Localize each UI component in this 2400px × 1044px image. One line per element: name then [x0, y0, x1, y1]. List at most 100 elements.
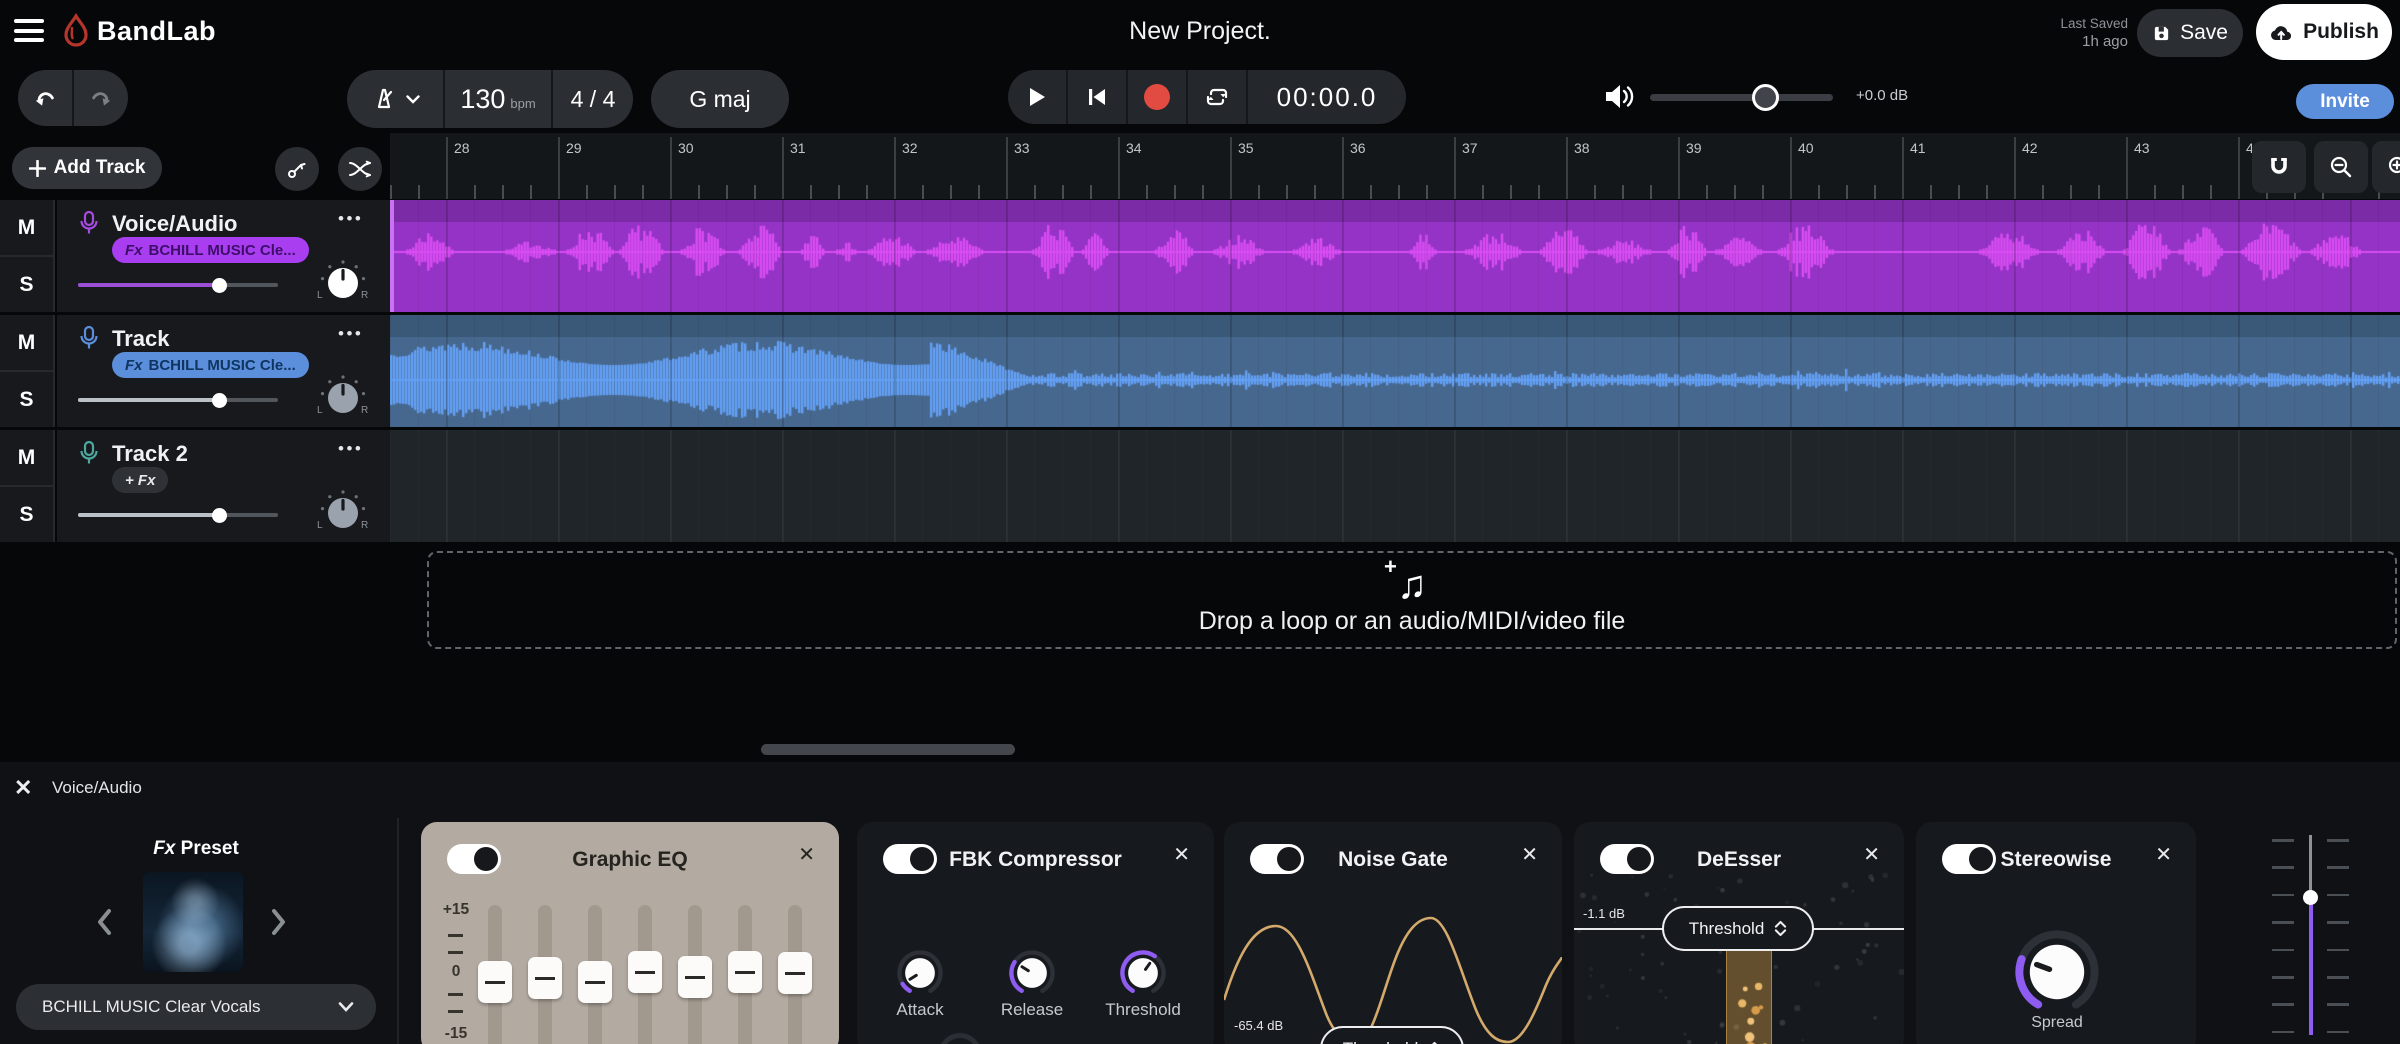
eq-slider-handle[interactable] [678, 956, 712, 998]
eq-slider-handle[interactable] [578, 961, 612, 1003]
add-track-button[interactable]: Add Track [12, 147, 162, 189]
hamburger-menu-button[interactable] [14, 19, 44, 42]
track-name[interactable]: Voice/Audio [112, 211, 238, 237]
mute-button[interactable]: M [0, 200, 53, 255]
master-volume-knob[interactable] [1752, 84, 1779, 111]
ruler-bar-number: 32 [902, 140, 918, 156]
preset-image[interactable] [143, 872, 243, 972]
volume-slider-handle[interactable] [212, 393, 227, 408]
track-menu-button[interactable]: ••• [338, 324, 363, 344]
plugin-close-button[interactable]: ✕ [1521, 845, 1538, 865]
volume-slider-handle[interactable] [212, 278, 227, 293]
publish-label: Publish [2303, 20, 2379, 44]
plugin-title: Noise Gate [1224, 848, 1562, 872]
invite-button[interactable]: Invite [2296, 84, 2394, 119]
redo-button[interactable] [74, 70, 128, 126]
loop-button[interactable] [1188, 70, 1248, 124]
ruler-tick [866, 185, 868, 199]
knob-release[interactable] [997, 938, 1067, 1008]
track-row: M S Voice/Audio ••• FxBCHILL MUSIC Cle..… [0, 200, 2400, 312]
add-fx-chip[interactable]: + Fx [112, 467, 168, 493]
snap-button[interactable] [2252, 141, 2306, 193]
track-header: Track 2 ••• + Fx L R [57, 430, 390, 542]
knob-attack[interactable] [885, 938, 955, 1008]
save-button[interactable]: Save [2137, 9, 2243, 57]
ruler-tick [1482, 185, 1484, 199]
bandlab-logo-text[interactable]: BandLab [97, 16, 216, 47]
track-volume-slider[interactable] [78, 398, 278, 402]
dropzone[interactable]: ♫ + Drop a loop or an audio/MIDI/video f… [427, 551, 2397, 649]
plugin-close-button[interactable]: ✕ [2155, 845, 2172, 865]
fader-tick [2272, 1031, 2294, 1034]
fader-tick [2272, 921, 2294, 924]
track-volume-slider[interactable] [78, 513, 278, 517]
undo-button[interactable] [18, 70, 72, 126]
master-volume-slider[interactable] [1650, 94, 1833, 101]
pan-knob[interactable] [313, 483, 373, 543]
pan-knob[interactable] [313, 253, 373, 313]
bpm-display[interactable]: 130 bpm [445, 70, 551, 128]
empty-track-lane[interactable] [390, 430, 2400, 542]
audio-clip[interactable] [390, 200, 2400, 312]
fader-tick [2327, 894, 2349, 897]
track-name[interactable]: Track [112, 326, 170, 352]
solo-button[interactable]: S [0, 372, 53, 427]
audio-clip[interactable] [390, 315, 2400, 427]
plugin-close-button[interactable]: ✕ [1863, 845, 1880, 865]
solo-button[interactable]: S [0, 257, 53, 312]
time-display[interactable]: 00:00.0 [1248, 70, 1406, 124]
key-signature-button[interactable]: G maj [651, 70, 789, 128]
mute-button[interactable]: M [0, 315, 53, 370]
threshold-button[interactable]: Threshold [1662, 906, 1814, 951]
pan-right-label: R [361, 520, 368, 531]
pan-knob[interactable] [313, 368, 373, 428]
close-panel-button[interactable]: ✕ [14, 775, 32, 801]
plugin-close-button[interactable]: ✕ [1173, 845, 1190, 865]
track-menu-button[interactable]: ••• [338, 209, 363, 229]
eq-slider-handle[interactable] [478, 961, 512, 1003]
volume-slider-handle[interactable] [212, 508, 227, 523]
routing-button[interactable] [275, 147, 319, 191]
mic-icon [77, 210, 101, 237]
preset-select[interactable]: BCHILL MUSIC Clear Vocals [16, 984, 376, 1030]
ruler-bar-line [1566, 137, 1568, 199]
horizontal-scrollbar[interactable] [761, 744, 1015, 755]
bandlab-logo-icon[interactable] [60, 13, 92, 49]
eq-slider-handle[interactable] [628, 951, 662, 993]
threshold-button[interactable]: Threshold [1320, 1026, 1464, 1044]
zoom-in-button[interactable] [2372, 141, 2400, 193]
ruler-tick [1818, 185, 1820, 199]
timeline-ruler[interactable]: 2829303132333435363738394041424344 [390, 133, 2400, 199]
eq-slider-handle[interactable] [728, 951, 762, 993]
ruler-tick [2042, 185, 2044, 199]
fx-chip[interactable]: FxBCHILL MUSIC Cle... [112, 352, 309, 378]
solo-button[interactable]: S [0, 487, 53, 542]
volume-fill [78, 283, 220, 287]
undo-redo-group [18, 70, 128, 126]
track-menu-button[interactable]: ••• [338, 439, 363, 459]
preset-next-button[interactable] [270, 908, 288, 936]
time-signature-display[interactable]: 4 / 4 [553, 70, 633, 128]
fx-chip[interactable]: FxBCHILL MUSIC Cle... [112, 237, 309, 263]
ruler-bar-number: 38 [1574, 140, 1590, 156]
play-button[interactable] [1008, 70, 1068, 124]
publish-button[interactable]: Publish [2256, 4, 2392, 60]
fit-tracks-button[interactable] [338, 147, 382, 191]
mute-button[interactable]: M [0, 430, 53, 485]
speaker-icon[interactable] [1602, 80, 1638, 113]
eq-slider-handle[interactable] [528, 957, 562, 999]
preset-prev-button[interactable] [95, 908, 113, 936]
record-button[interactable] [1128, 70, 1188, 124]
track-name[interactable]: Track 2 [112, 441, 188, 467]
skip-to-start-button[interactable] [1068, 70, 1128, 124]
track-volume-slider[interactable] [78, 283, 278, 287]
ruler-tick [1734, 185, 1736, 199]
metronome-button[interactable] [347, 70, 443, 128]
fader-handle[interactable] [2303, 890, 2318, 905]
eq-slider-handle[interactable] [778, 952, 812, 994]
knob-threshold[interactable] [1108, 938, 1178, 1008]
zoom-out-button[interactable] [2314, 141, 2368, 193]
knob-partial[interactable] [938, 1033, 982, 1044]
ruler-bar-line [1006, 137, 1008, 199]
project-title[interactable]: New Project. [1129, 17, 1271, 46]
